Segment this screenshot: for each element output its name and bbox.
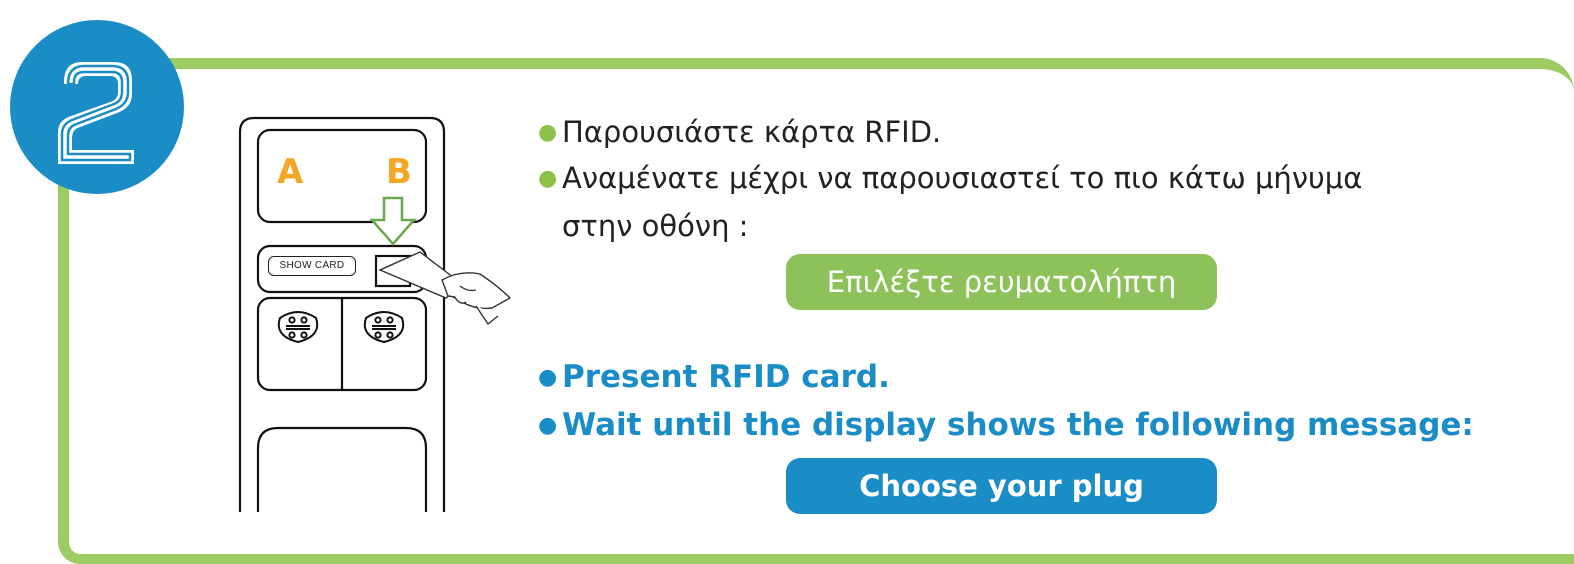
instruction-en-2: ● Wait until the display shows the follow…	[538, 403, 1474, 448]
charger-illustration	[238, 116, 512, 512]
lower-door	[256, 426, 428, 512]
instruction-gr-2: ● Αναμένατε μέχρι να παρουσιαστεί το πιο …	[538, 156, 1362, 201]
instruction-gr-1: ● Παρουσιάστε κάρτα RFID.	[538, 110, 941, 155]
digit-2-icon	[54, 58, 138, 168]
connector-label-b: B	[386, 152, 412, 192]
connector-label-a: A	[277, 152, 304, 192]
instruction-en-1-text: Present RFID card.	[562, 359, 890, 395]
socket-icon	[363, 311, 405, 344]
instruction-gr-1-text: Παρουσιάστε κάρτα RFID.	[562, 115, 942, 149]
socket-icon	[277, 311, 319, 344]
show-card-label: SHOW CARD	[268, 256, 356, 276]
instruction-en-1: ● Present RFID card.	[538, 355, 890, 400]
arrow-down-icon	[369, 196, 417, 246]
instruction-en-2-text: Wait until the display shows the followi…	[562, 407, 1474, 443]
bullet-icon: ●	[538, 365, 558, 390]
display-message-gr: Επιλέξτε ρευματολήπτη	[786, 254, 1217, 310]
instruction-gr-3: στην οθόνη :	[562, 209, 749, 243]
bullet-icon: ●	[538, 120, 558, 145]
display-message-en: Choose your plug	[786, 458, 1217, 514]
instruction-gr-2-text: Αναμένατε μέχρι να παρουσιαστεί το πιο κ…	[562, 161, 1363, 195]
bullet-icon: ●	[538, 413, 558, 438]
bullet-icon: ●	[538, 166, 558, 191]
